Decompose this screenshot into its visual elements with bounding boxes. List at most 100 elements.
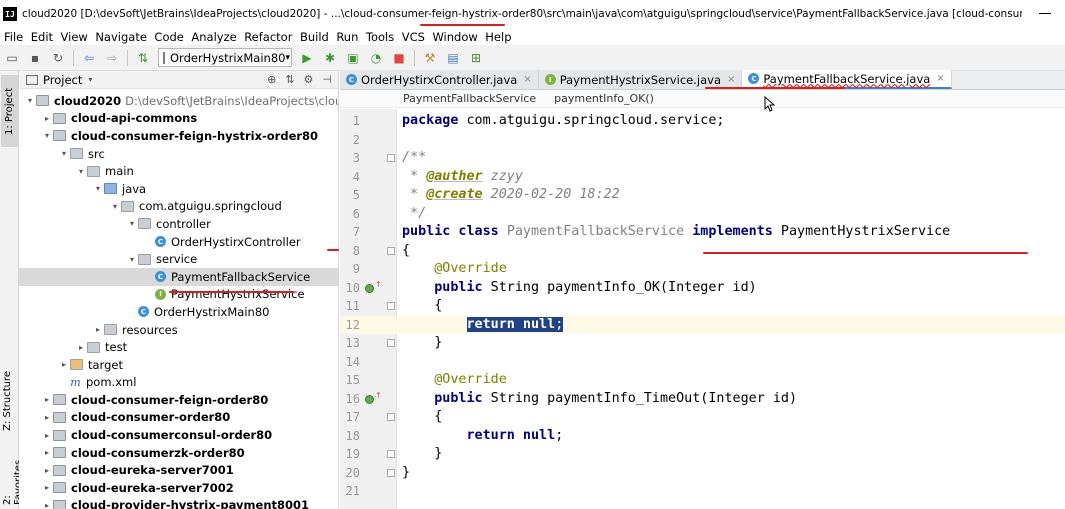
project-panel-title[interactable]: Project bbox=[43, 73, 82, 87]
coverage-icon[interactable]: ▣ bbox=[345, 50, 361, 66]
menu-build[interactable]: Build bbox=[300, 30, 329, 44]
chevron-right-icon[interactable]: ▸ bbox=[75, 343, 87, 352]
folder-open-icon[interactable]: ▭ bbox=[4, 50, 20, 66]
hide-panel-icon[interactable]: ⊣ bbox=[322, 73, 332, 86]
forward-icon[interactable]: ⇨ bbox=[104, 50, 120, 66]
tree-item[interactable]: ▾ cloud2020 D:\devSoft\JetBrains\IdeaProje… bbox=[19, 92, 338, 110]
menu-help[interactable]: Help bbox=[485, 30, 511, 44]
menu-edit[interactable]: Edit bbox=[31, 30, 53, 44]
sdk-icon[interactable]: ⊞ bbox=[468, 50, 484, 66]
chevron-right-icon[interactable]: ▸ bbox=[41, 114, 53, 123]
menu-vcs[interactable]: VCS bbox=[402, 30, 425, 44]
chevron-right-icon[interactable]: ▸ bbox=[41, 501, 53, 509]
breadcrumb-method[interactable]: paymentInfo_OK() bbox=[554, 92, 654, 105]
tree-item[interactable]: ▾ controller bbox=[19, 215, 338, 233]
back-icon[interactable]: ⇦ bbox=[81, 50, 97, 66]
stop-icon[interactable]: ■ bbox=[391, 50, 407, 66]
code-line[interactable]: 10 ↑ public String paymentInfo_OK(Integer… bbox=[340, 279, 1065, 298]
tree-item[interactable]: ▸ cloud-consumer-order80 bbox=[19, 409, 338, 427]
code-line[interactable]: 15 @Override bbox=[340, 371, 1065, 390]
menu-view[interactable]: View bbox=[61, 30, 88, 44]
run-icon[interactable]: ▶ bbox=[299, 50, 315, 66]
menu-run[interactable]: Run bbox=[336, 30, 358, 44]
code-line[interactable]: 5 * @create 2020-02-20 18:22 bbox=[340, 186, 1065, 205]
code-line[interactable]: 19 } bbox=[340, 445, 1065, 464]
tree-item[interactable]: ▸ cloud-api-commons bbox=[19, 110, 338, 128]
code-line[interactable]: 11 { bbox=[340, 297, 1065, 316]
code-line[interactable]: 4 * @auther zzyy bbox=[340, 168, 1065, 187]
chevron-right-icon[interactable]: ▸ bbox=[41, 413, 53, 422]
tree-item[interactable]: ▸ target bbox=[19, 356, 338, 374]
code-line[interactable]: 20} bbox=[340, 464, 1065, 483]
code-line[interactable]: 12 return null; bbox=[340, 315, 1065, 334]
chevron-right-icon[interactable]: ▸ bbox=[41, 395, 53, 404]
tree-item[interactable]: C OrderHystrixMain80 bbox=[19, 303, 338, 321]
code-line[interactable]: 9 @Override bbox=[340, 260, 1065, 279]
settings-icon[interactable]: ▤ bbox=[445, 50, 461, 66]
tree-item[interactable]: ▸ cloud-consumerzk-order80 bbox=[19, 444, 338, 462]
tree-item[interactable]: ▾ com.atguigu.springcloud bbox=[19, 198, 338, 216]
menu-navigate[interactable]: Navigate bbox=[95, 30, 147, 44]
sync-icon[interactable]: ↻ bbox=[50, 50, 66, 66]
locate-file-icon[interactable]: ⊕ bbox=[267, 73, 276, 86]
save-icon[interactable]: ▪ bbox=[27, 50, 43, 66]
close-icon[interactable]: × bbox=[936, 73, 944, 84]
close-icon[interactable]: × bbox=[523, 74, 531, 85]
chevron-down-icon[interactable]: ▾ bbox=[58, 149, 70, 158]
code-line[interactable]: 1 package com.atguigu.springcloud.service… bbox=[340, 112, 1065, 131]
tree-item[interactable]: ▾ main bbox=[19, 162, 338, 180]
menu-tools[interactable]: Tools bbox=[366, 30, 394, 44]
tree-item[interactable]: ▾ java bbox=[19, 180, 338, 198]
tree-item[interactable]: ▸ cloud-eureka-server7002 bbox=[19, 479, 338, 497]
build-icon[interactable]: ⇅ bbox=[135, 50, 151, 66]
project-structure-icon[interactable]: ⚒ bbox=[422, 50, 438, 66]
menu-analyze[interactable]: Analyze bbox=[191, 30, 236, 44]
tab-structure-tool[interactable]: Z: Structure bbox=[2, 367, 13, 435]
implements-method-icon[interactable] bbox=[365, 394, 374, 404]
code-line[interactable]: 21 bbox=[340, 482, 1065, 501]
tree-item[interactable]: ▸ cloud-consumer-feign-order80 bbox=[19, 391, 338, 409]
code-line[interactable]: 8{ bbox=[340, 242, 1065, 261]
fold-marker-icon[interactable] bbox=[387, 450, 395, 458]
fold-marker-icon[interactable] bbox=[387, 413, 395, 421]
close-icon[interactable]: × bbox=[727, 74, 735, 85]
tree-item[interactable]: ▸ cloud-consumerconsul-order80 bbox=[19, 426, 338, 444]
tree-item[interactable]: ▸ cloud-provider-hystrix-payment8001 bbox=[19, 497, 338, 509]
menu-code[interactable]: Code bbox=[154, 30, 183, 44]
tree-item[interactable]: m pom.xml bbox=[19, 374, 338, 392]
tab-project-tool[interactable]: 1: Project bbox=[1, 75, 18, 147]
menu-window[interactable]: Window bbox=[432, 30, 477, 44]
tree-item[interactable]: ▸ test bbox=[19, 338, 338, 356]
fold-marker-icon[interactable] bbox=[387, 339, 395, 347]
chevron-right-icon[interactable]: ▸ bbox=[92, 325, 104, 334]
breadcrumb-class[interactable]: PaymentFallbackService bbox=[403, 92, 536, 105]
tree-item[interactable]: ▸ resources bbox=[19, 321, 338, 339]
implements-method-icon[interactable] bbox=[365, 283, 374, 293]
chevron-right-icon[interactable]: ▸ bbox=[58, 360, 70, 369]
chevron-right-icon[interactable]: ▸ bbox=[41, 466, 53, 475]
profile-icon[interactable]: ◔ bbox=[368, 50, 384, 66]
chevron-down-icon[interactable]: ▾ bbox=[75, 167, 87, 176]
code-line[interactable]: 17 { bbox=[340, 408, 1065, 427]
chevron-down-icon[interactable]: ▾ bbox=[109, 202, 121, 211]
tree-item[interactable]: ▾ cloud-consumer-feign-hystrix-order80 bbox=[19, 127, 338, 145]
tree-item[interactable]: ▾ service bbox=[19, 250, 338, 268]
chevron-down-icon[interactable]: ▾ bbox=[126, 219, 138, 228]
tree-item[interactable]: I PaymentHystrixService bbox=[19, 286, 338, 304]
chevron-right-icon[interactable]: ▸ bbox=[41, 483, 53, 492]
fold-marker-icon[interactable] bbox=[387, 302, 395, 310]
code-line[interactable]: 13 } bbox=[340, 334, 1065, 353]
chevron-down-icon[interactable]: ▾ bbox=[92, 184, 104, 193]
menu-file[interactable]: File bbox=[4, 30, 23, 44]
code-line[interactable]: 3 /** bbox=[340, 149, 1065, 168]
chevron-right-icon[interactable]: ▸ bbox=[41, 448, 53, 457]
menu-refactor[interactable]: Refactor bbox=[244, 30, 292, 44]
code-line[interactable]: 18 return null; bbox=[340, 427, 1065, 446]
collapse-all-icon[interactable]: ⇅ bbox=[285, 73, 294, 86]
tree-item[interactable]: ▸ cloud-eureka-server7001 bbox=[19, 461, 338, 479]
fold-marker-icon[interactable] bbox=[387, 468, 395, 477]
gear-icon[interactable]: ⚙ bbox=[304, 73, 314, 86]
code-line[interactable]: 14 bbox=[340, 353, 1065, 372]
debug-icon[interactable]: ✱ bbox=[322, 50, 338, 66]
run-configuration-select[interactable]: OrderHystrixMain80 ▾ bbox=[158, 48, 292, 67]
